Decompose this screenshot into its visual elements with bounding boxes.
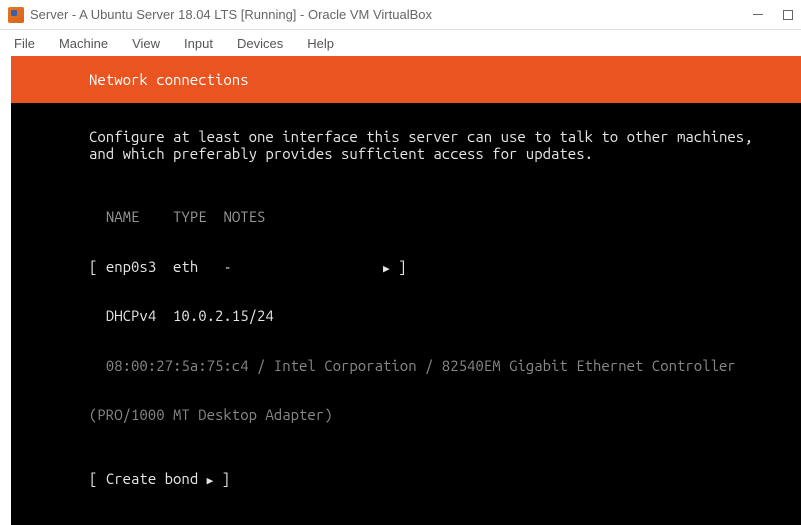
installer-header: Network connections [11,56,801,103]
hw-info-2: (PRO/1000 MT Desktop Adapter) [89,407,801,424]
menu-devices[interactable]: Devices [227,34,293,53]
col-type: TYPE [173,208,207,225]
table-header: NAME TYPE NOTES [89,209,801,226]
minimize-button[interactable] [751,8,765,22]
iface-type: eth [173,258,198,275]
create-bond-action[interactable]: [ Create bond ▶ ] [89,471,801,488]
menu-view[interactable]: View [122,34,170,53]
maximize-button[interactable] [783,10,793,20]
window-controls [751,8,793,22]
iface-name: enp0s3 [106,258,156,275]
dhcp-row: DHCPv4 10.0.2.15/24 [89,308,801,325]
description-line-1: Configure at least one interface this se… [89,129,801,146]
hw-info-1: 08:00:27:5a:75:c4 / Intel Corporation / … [89,358,801,375]
col-name: NAME [106,208,140,225]
window-title: Server - A Ubuntu Server 18.04 LTS [Runn… [30,7,751,22]
dhcp-label: DHCPv4 [106,307,156,324]
iface-notes: - [223,258,231,275]
description-line-2: and which preferably provides sufficient… [89,146,801,163]
chevron-right-icon: ▶ [207,475,214,487]
virtualbox-icon [8,7,24,23]
menu-file[interactable]: File [4,34,45,53]
col-notes: NOTES [223,208,265,225]
create-bond-label: Create bond [106,470,198,487]
menu-help[interactable]: Help [297,34,344,53]
interface-row[interactable]: [ enp0s3 eth - ▶ ] [89,259,801,276]
menubar: File Machine View Input Devices Help [0,30,801,56]
window-titlebar: Server - A Ubuntu Server 18.04 LTS [Runn… [0,0,801,30]
vm-border-strip [0,56,11,525]
menu-input[interactable]: Input [174,34,223,53]
dhcp-value: 10.0.2.15/24 [173,307,274,324]
chevron-right-icon: ▶ [383,263,390,275]
vm-viewport[interactable]: Network connections Configure at least o… [0,56,801,525]
menu-machine[interactable]: Machine [49,34,118,53]
